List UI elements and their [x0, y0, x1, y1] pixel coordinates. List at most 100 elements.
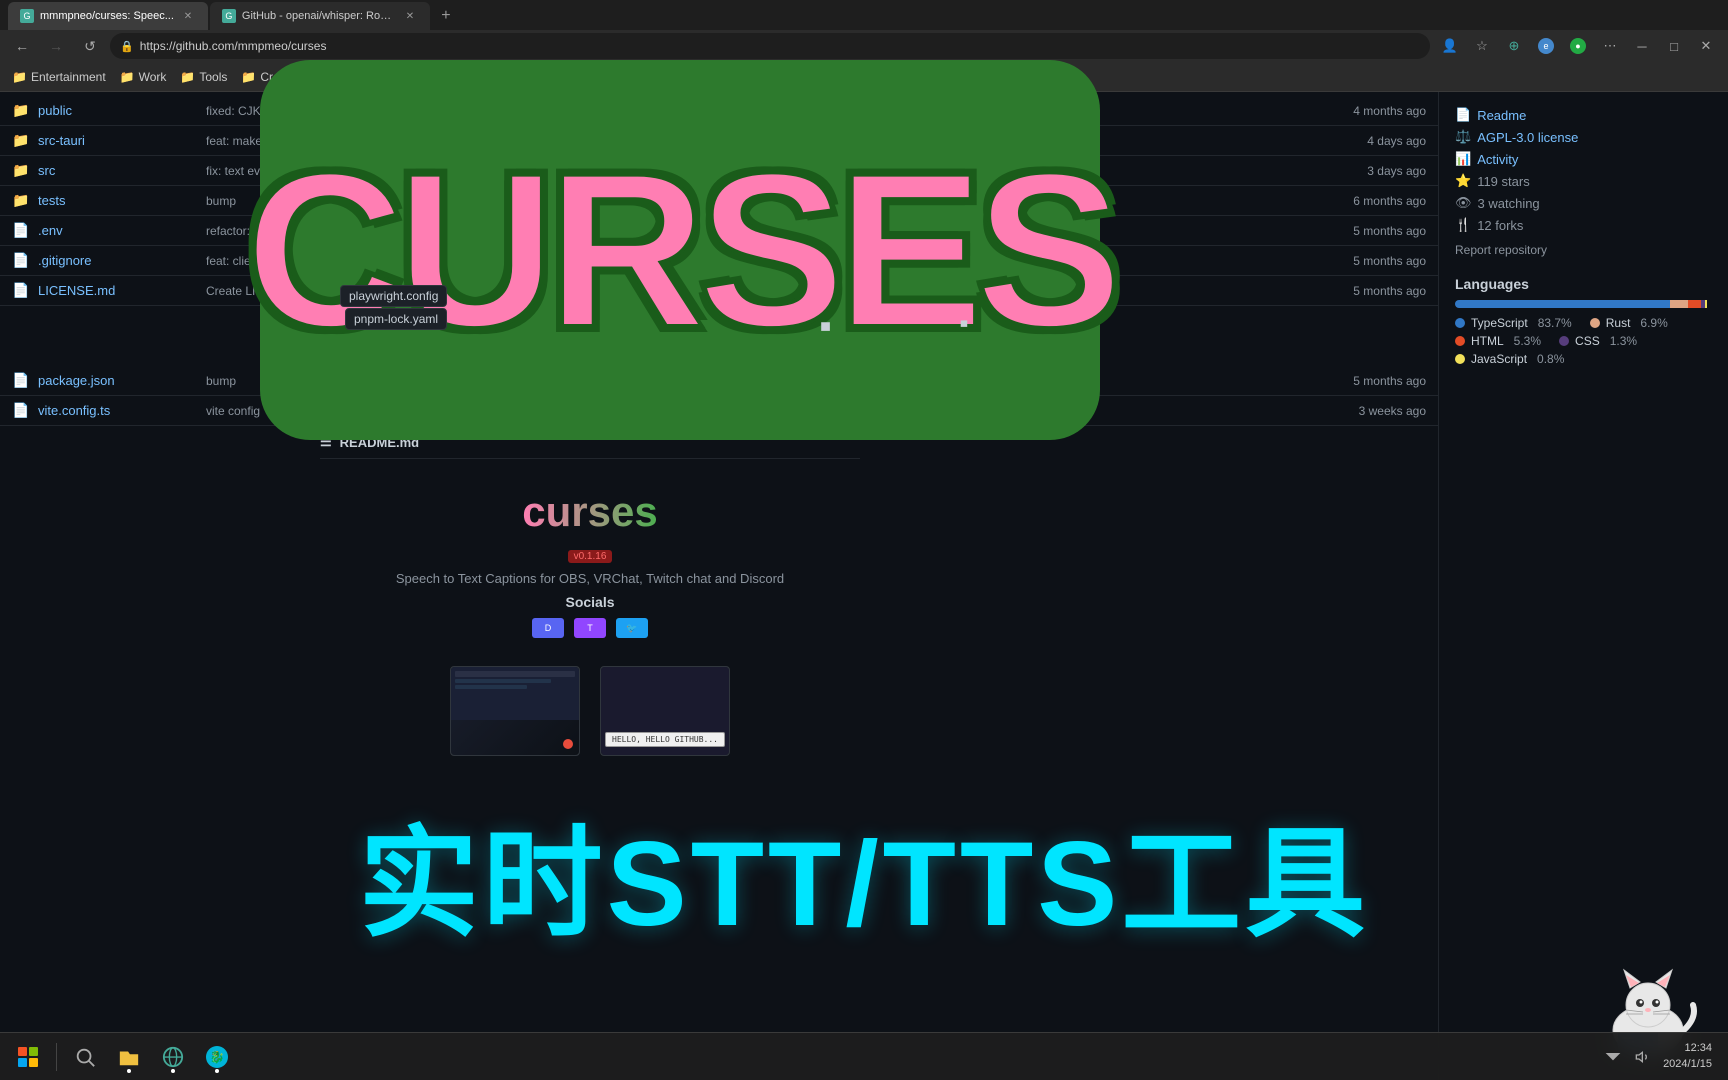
bookmark-entertainment[interactable]: 📁 Entertainment — [12, 70, 106, 84]
network-svg — [1605, 1049, 1621, 1065]
browser-chrome: G mmmpneo/curses: Speec... ✕ G GitHub - … — [0, 0, 1728, 62]
star-icon[interactable]: ☆ — [1468, 32, 1496, 60]
browser-indicator — [171, 1069, 175, 1073]
files-indicator — [127, 1069, 131, 1073]
license-icon: ⚖️ — [1455, 129, 1471, 145]
file-name[interactable]: tests — [38, 193, 198, 208]
lang-rust-bar — [1670, 300, 1688, 308]
taskbar-game[interactable]: 🐉 — [197, 1037, 237, 1077]
file-name[interactable]: src-tauri — [38, 133, 198, 148]
back-button[interactable]: ← — [8, 32, 36, 60]
file-name[interactable]: .env — [38, 223, 198, 238]
extension-icon-2[interactable]: e — [1532, 32, 1560, 60]
minimize-icon[interactable]: ─ — [1628, 32, 1656, 60]
settings-icon[interactable]: ⋯ — [1596, 32, 1624, 60]
folder-icon-4: 📁 — [241, 70, 256, 84]
twitch-icon[interactable]: T — [574, 618, 606, 638]
report-repo-link[interactable]: Report repository — [1455, 240, 1712, 260]
file-time: 5 months ago — [1326, 254, 1426, 268]
forward-button[interactable]: → — [42, 32, 70, 60]
sidebar-activity-link[interactable]: 📊 Activity — [1455, 148, 1712, 170]
tab-title-2: GitHub - openai/whisper: Robu... — [242, 10, 396, 22]
activity-link-text: Activity — [1477, 152, 1518, 167]
file-name[interactable]: .gitignore — [38, 253, 198, 268]
new-tab-button[interactable]: + — [432, 2, 460, 30]
playwright-label-text: playwright.config — [349, 289, 438, 303]
file-time: 4 days ago — [1326, 134, 1426, 148]
screenshots-row: HELLO, HELLO GITHUB... — [320, 666, 860, 756]
refresh-button[interactable]: ↺ — [76, 32, 104, 60]
file-name[interactable]: vite.config.ts — [38, 403, 198, 418]
taskbar-search[interactable] — [65, 1037, 105, 1077]
bookmark-work[interactable]: 📁 Work — [120, 70, 167, 84]
network-icon[interactable] — [1601, 1045, 1625, 1069]
start-button[interactable] — [8, 1037, 48, 1077]
file-name[interactable]: public — [38, 103, 198, 118]
folder-icon-src: 📁 — [12, 162, 30, 179]
sidebar-stars-stat: ⭐ 119 stars — [1455, 170, 1712, 192]
readme-badge: v0.1.16 — [568, 550, 613, 563]
file-time: 5 months ago — [1326, 224, 1426, 238]
bookmark-tools[interactable]: 📁 Tools — [180, 70, 227, 84]
activity-icon: 📊 — [1455, 151, 1471, 167]
license-link-text: AGPL-3.0 license — [1477, 130, 1578, 145]
readme-logo-text: curses — [522, 488, 657, 535]
curses-overlay: CURSES — [260, 60, 1100, 440]
report-text: Report repository — [1455, 243, 1547, 257]
address-bar[interactable]: 🔒 https://github.com/mmpmeo/curses — [110, 33, 1430, 59]
extension-icon-3[interactable]: ● — [1564, 32, 1592, 60]
typescript-dot — [1455, 318, 1465, 328]
file-icon-env: 📄 — [12, 222, 30, 239]
sidebar-forks-stat: 🍴 12 forks — [1455, 214, 1712, 236]
file-name[interactable]: package.json — [38, 373, 198, 388]
tab-inactive[interactable]: G GitHub - openai/whisper: Robu... ✕ — [210, 2, 430, 30]
extension-icon-1[interactable]: ⊕ — [1500, 32, 1528, 60]
close-browser-icon[interactable]: ✕ — [1692, 32, 1720, 60]
pnpm-label: pnpm-lock.yaml — [345, 308, 447, 330]
css-label: CSS — [1575, 334, 1600, 348]
rust-dot — [1590, 318, 1600, 328]
watching-count: 3 watching — [1478, 196, 1540, 211]
volume-icon[interactable] — [1631, 1045, 1655, 1069]
file-name[interactable]: src — [38, 163, 198, 178]
profile-icon[interactable]: 👤 — [1436, 32, 1464, 60]
folder-icon: 📁 — [12, 70, 27, 84]
sidebar-license-link[interactable]: ⚖️ AGPL-3.0 license — [1455, 126, 1712, 148]
file-icon-gitignore: 📄 — [12, 252, 30, 269]
nav-bar: ← → ↺ 🔒 https://github.com/mmpmeo/curses… — [0, 30, 1728, 62]
social-icons-row: D T 🐦 — [320, 618, 860, 638]
tab-title-1: mmmpneo/curses: Speec... — [40, 10, 174, 22]
sidebar-readme-link[interactable]: 📄 Readme — [1455, 104, 1712, 126]
taskbar: 🐉 12:34 2024/1/15 — [0, 1032, 1728, 1080]
screenshot-inner-1 — [451, 667, 579, 755]
discord-icon[interactable]: D — [532, 618, 564, 638]
readme-socials-title: Socials — [320, 594, 860, 610]
nav-icons: 👤 ☆ ⊕ e ● ⋯ ─ □ ✕ — [1436, 32, 1720, 60]
sidebar-watching-stat: 👁 3 watching — [1455, 192, 1712, 214]
forks-count: 12 forks — [1477, 218, 1523, 233]
twitter-icon[interactable]: 🐦 — [616, 618, 648, 638]
tab-close-2[interactable]: ✕ — [402, 8, 418, 24]
folder-icon-2: 📁 — [120, 70, 135, 84]
js-label: JavaScript — [1471, 352, 1527, 366]
taskbar-files[interactable] — [109, 1037, 149, 1077]
playwright-label: playwright.config — [340, 285, 447, 307]
readme-icon: 📄 — [1455, 107, 1471, 123]
systray — [1601, 1045, 1655, 1069]
file-name[interactable]: LICENSE.md — [38, 283, 198, 298]
maximize-icon[interactable]: □ — [1660, 32, 1688, 60]
languages-title: Languages — [1455, 276, 1712, 292]
tab-close-1[interactable]: ✕ — [180, 8, 196, 24]
tab-active[interactable]: G mmmpneo/curses: Speec... ✕ — [8, 2, 208, 30]
readme-link-text: Readme — [1477, 108, 1526, 123]
folder-icon-src-tauri: 📁 — [12, 132, 30, 149]
caption-preview: HELLO, HELLO GITHUB... — [605, 732, 725, 747]
taskbar-browser[interactable] — [153, 1037, 193, 1077]
stars-count: 119 stars — [1477, 174, 1530, 189]
right-sidebar: 📄 Readme ⚖️ AGPL-3.0 license 📊 Activity … — [1438, 92, 1728, 1080]
curses-big-text: CURSES — [246, 124, 1115, 377]
lang-html-bar — [1688, 300, 1702, 308]
taskbar-time: 12:34 2024/1/15 — [1663, 1041, 1712, 1072]
win-square-1 — [18, 1047, 27, 1056]
files-svg — [118, 1046, 140, 1068]
